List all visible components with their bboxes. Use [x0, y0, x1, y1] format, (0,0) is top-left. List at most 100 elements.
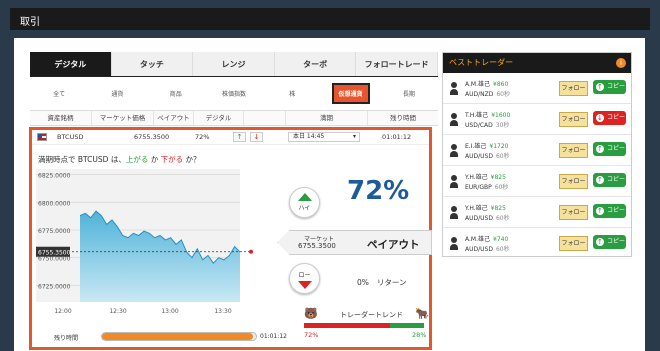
copy-button[interactable]: ↑ コピー: [593, 235, 626, 249]
trader-row[interactable]: E.I.雄己 ¥1720 AUD/USD 60秒 フォロー ↑ コピー: [443, 135, 631, 166]
user-icon: [450, 82, 458, 95]
best-traders-header: ベストトレーダー i: [443, 53, 631, 73]
current-price-label: 6755.3500: [38, 250, 71, 257]
low-button[interactable]: ロー: [289, 263, 320, 294]
trader-row[interactable]: A.M.雄己 ¥740 AUD/USD 60秒 フォロー ↑ コピー: [443, 228, 631, 256]
remaining-progress-bar: [101, 332, 257, 341]
trader-trend-bar: [304, 323, 424, 328]
arrow-down-icon: ↓: [597, 114, 603, 122]
follow-button[interactable]: フォロー: [559, 236, 588, 251]
expiry-select[interactable]: 本日 14:45: [288, 132, 360, 142]
copy-button[interactable]: ↑ コピー: [593, 204, 626, 218]
triangle-up-icon: [297, 193, 312, 201]
follow-button[interactable]: フォロー: [559, 205, 588, 220]
x-tick-label: 13:30: [214, 308, 231, 315]
trader-row[interactable]: Y.H.雄己 ¥825 EUR/GBP 60秒 フォロー ↑ コピー: [443, 166, 631, 197]
asset-symbol: BTCUSD: [57, 133, 84, 141]
trade-panel: BTCUSD 6755.3500 72% ↑ ↓ 本日 14:45 01:01:…: [29, 127, 432, 350]
copy-button[interactable]: ↓ コピー: [593, 111, 626, 125]
prediction-prompt: 満期時点で BTCUSD は、上がる か 下がる か？: [38, 154, 201, 165]
trend-bull-fill: [390, 323, 424, 328]
copy-button[interactable]: ↑ コピー: [593, 80, 626, 94]
copy-label: コピー: [607, 238, 626, 245]
remaining-label: 残り時間: [54, 335, 79, 342]
trader-name-text: Y.H.雄己: [465, 205, 488, 212]
arrow-up-icon: ↑: [597, 176, 603, 184]
user-icon: [450, 113, 458, 126]
arrow-down-icon[interactable]: ↓: [250, 132, 263, 142]
trader-trend-label: トレーダートレンド: [340, 311, 403, 319]
return-percent: 0%: [357, 278, 369, 287]
arrow-up-icon[interactable]: ↑: [233, 132, 246, 142]
asset-row[interactable]: BTCUSD 6755.3500 72% ↑ ↓ 本日 14:45 01:01:…: [32, 130, 429, 145]
tab-digital[interactable]: デジタル: [30, 52, 112, 76]
tab-turbo[interactable]: ターボ: [274, 52, 357, 76]
bear-icon: 🐻: [304, 307, 318, 320]
trader-amount: ¥860: [493, 81, 509, 88]
trader-name: A.M.雄己 ¥740: [465, 234, 508, 243]
product-tabs: デジタル タッチ レンジ ターボ フォロートレード: [30, 52, 438, 77]
trader-row[interactable]: T.H.雄己 ¥1600 USD/CAD 30秒 フォロー ↓ コピー: [443, 104, 631, 135]
trader-pair: AUD/USD 60秒: [465, 213, 510, 222]
arrow-up-icon: ↑: [597, 238, 603, 246]
payout-label: ペイアウト: [367, 239, 420, 251]
follow-button[interactable]: フォロー: [559, 81, 588, 96]
category-index[interactable]: 株価指数: [205, 89, 263, 98]
category-stock[interactable]: 株: [263, 89, 321, 98]
y-tick-label: 6725.0000: [38, 283, 71, 290]
copy-button[interactable]: ↑ コピー: [593, 142, 626, 156]
trader-pair-text: AUD/USD: [465, 246, 493, 253]
trader-row[interactable]: Y.H.雄己 ¥825 AUD/USD 60秒 フォロー ↑ コピー: [443, 197, 631, 228]
info-icon[interactable]: i: [616, 58, 626, 68]
trader-pair: EUR/GBP 60秒: [465, 182, 508, 191]
category-currency[interactable]: 通貨: [88, 89, 146, 98]
trader-name: A.M.雄己 ¥860: [465, 79, 508, 88]
payout-percent: 72%: [347, 176, 410, 206]
arrow-up-icon: ↑: [597, 145, 603, 153]
trader-pair-text: EUR/GBP: [465, 184, 492, 191]
trader-name: Y.H.雄己 ¥825: [465, 172, 506, 181]
trader-duration: 60秒: [495, 246, 510, 253]
trader-name-text: Y.H.雄己: [465, 174, 488, 181]
col-expiry: 満期: [286, 111, 368, 125]
category-all[interactable]: 全て: [30, 89, 88, 98]
x-tick-label: 12:30: [109, 308, 126, 315]
trader-row[interactable]: A.M.雄己 ¥860 AUD/NZD 60秒 フォロー ↑ コピー: [443, 73, 631, 104]
x-tick-label: 13:00: [161, 308, 178, 315]
trader-amount: ¥825: [490, 205, 506, 212]
price-chart[interactable]: 6825.0000 6800.0000 6775.0000 6750.0000 6725…: [36, 169, 282, 326]
high-label: ハイ: [298, 205, 311, 212]
category-crypto[interactable]: 仮想通貨: [321, 82, 379, 104]
copy-button[interactable]: ↑ コピー: [593, 173, 626, 187]
trader-duration: 60秒: [494, 184, 509, 191]
trader-pair: AUD/USD 60秒: [465, 244, 510, 253]
user-icon: [450, 144, 458, 157]
category-commodity[interactable]: 商品: [147, 89, 205, 98]
trader-name-text: T.H.雄己: [465, 112, 489, 119]
trader-name-text: A.M.雄己: [465, 236, 490, 243]
trader-name: Y.H.雄己 ¥825: [465, 203, 506, 212]
prompt-mid: か: [148, 155, 161, 164]
asset-remaining: 01:01:12: [382, 133, 412, 141]
follow-button[interactable]: フォロー: [559, 112, 588, 127]
arrow-up-icon: ↑: [597, 83, 603, 91]
follow-button[interactable]: フォロー: [559, 143, 588, 158]
col-remaining: 残り時間: [390, 114, 416, 122]
remaining-time: 01:01:12: [260, 333, 287, 340]
return-info: 0% リターン: [357, 277, 407, 288]
follow-button[interactable]: フォロー: [559, 174, 588, 189]
trader-pair-text: AUD/USD: [465, 215, 493, 222]
category-long-term[interactable]: 長期: [380, 89, 438, 98]
x-tick-label: 12:00: [54, 308, 71, 315]
tab-follow-trade[interactable]: フォロートレード: [356, 52, 438, 76]
y-tick-label: 6775.0000: [38, 228, 71, 235]
trader-pair-text: USD/CAD: [465, 122, 493, 129]
market-value: 6755.3500: [298, 242, 336, 250]
asset-category-nav: 全て 通貨 商品 株価指数 株 仮想通貨 長期: [30, 82, 438, 104]
copy-label: コピー: [607, 83, 626, 90]
tab-touch[interactable]: タッチ: [111, 52, 194, 76]
col-market-price: マーケット価格: [92, 111, 154, 125]
asset-payout: 72%: [195, 133, 210, 141]
high-button[interactable]: ハイ: [289, 187, 320, 218]
tab-range[interactable]: レンジ: [193, 52, 275, 76]
